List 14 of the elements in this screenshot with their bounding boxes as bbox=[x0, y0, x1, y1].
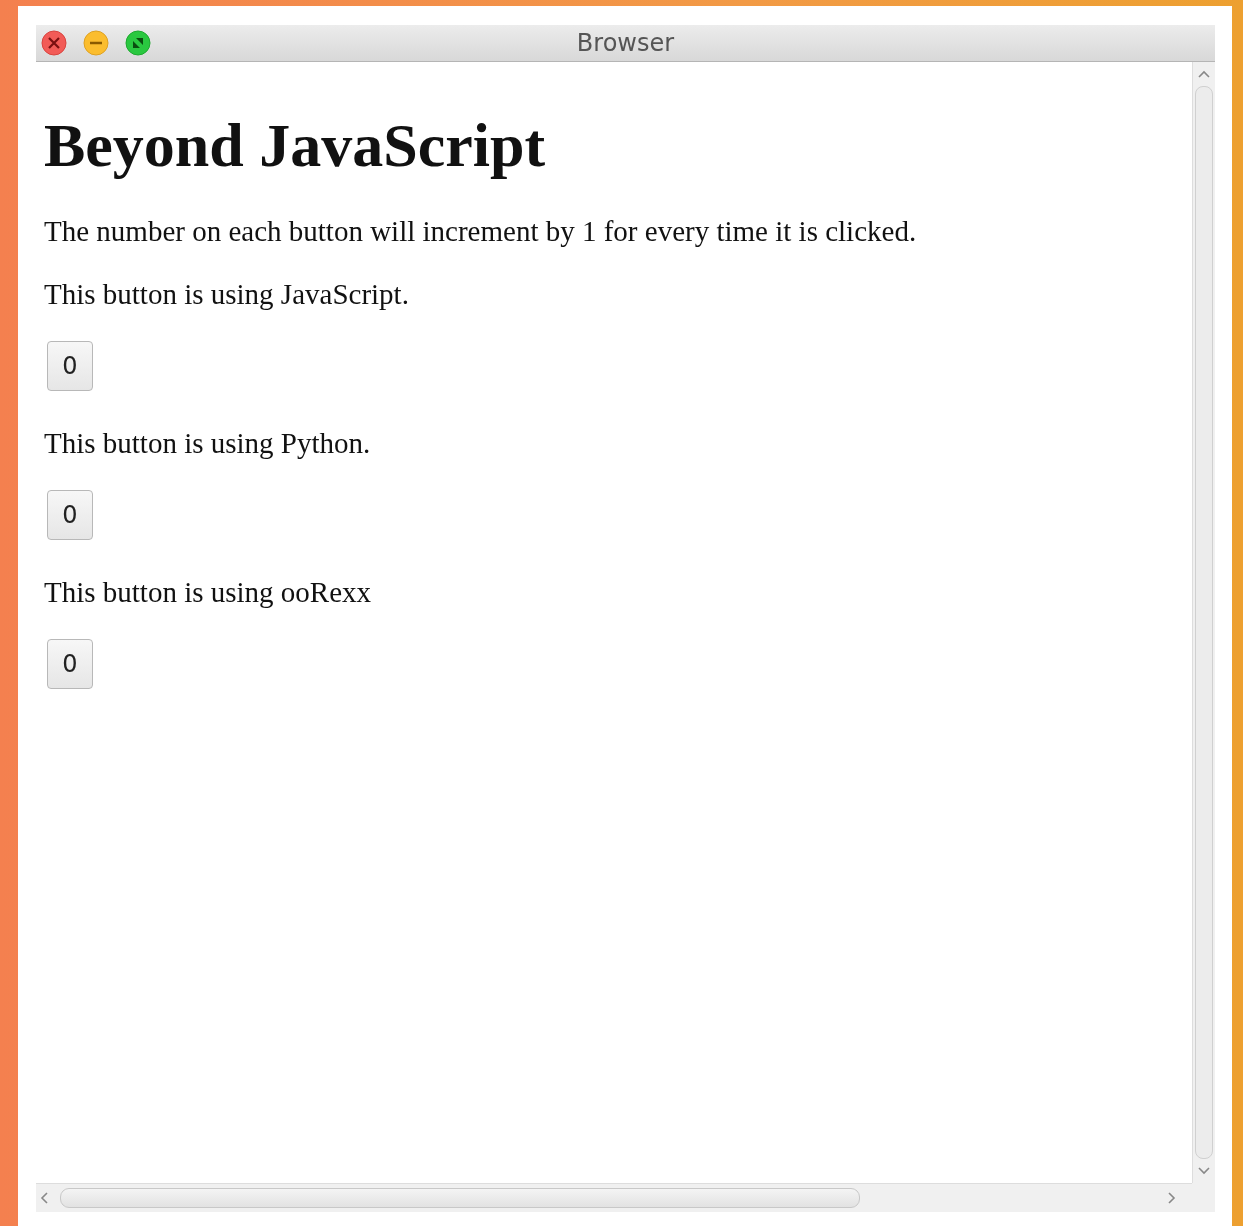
page-heading: Beyond JavaScript bbox=[44, 110, 547, 181]
window-title: Browser bbox=[575, 29, 676, 57]
counter-button[interactable]: 0 bbox=[47, 639, 93, 689]
button-description: This button is using Python. bbox=[44, 427, 372, 460]
intro-text: The number on each button will increment by 1 for every time it is clicked. bbox=[44, 215, 918, 248]
counter-button[interactable]: 0 bbox=[47, 341, 93, 391]
close-window-icon[interactable] bbox=[41, 30, 67, 56]
scroll-thumb[interactable] bbox=[1195, 86, 1213, 1159]
scroll-thumb[interactable] bbox=[60, 1188, 860, 1208]
maximize-window-icon[interactable] bbox=[125, 30, 151, 56]
minimize-window-icon[interactable] bbox=[83, 30, 109, 56]
counter-button[interactable]: 0 bbox=[47, 490, 93, 540]
button-description: This button is using ooRexx bbox=[44, 576, 373, 609]
button-description: This button is using JavaScript. bbox=[44, 278, 410, 311]
